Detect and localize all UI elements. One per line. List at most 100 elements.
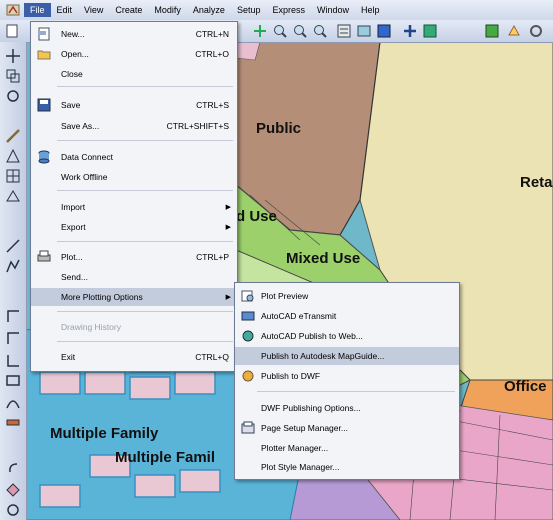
menu-item-more-plotting-options[interactable]: More Plotting Options ▶ — [31, 288, 237, 306]
menu-setup[interactable]: Setup — [231, 3, 267, 17]
draw-toolbar — [0, 42, 27, 520]
shape-icon[interactable] — [5, 188, 21, 204]
menu-item-close-label: Close — [61, 69, 83, 79]
arc-icon[interactable] — [5, 394, 21, 410]
menu-item-plotter-manager-label: Plotter Manager... — [261, 443, 329, 453]
pencil-icon[interactable] — [5, 128, 21, 144]
undo-icon[interactable] — [5, 460, 21, 476]
menu-item-plotter-manager[interactable]: Plotter Manager... — [235, 439, 459, 457]
menu-item-plot-shortcut: CTRL+P — [196, 252, 229, 262]
menu-edit[interactable]: Edit — [51, 3, 79, 17]
diamond-icon[interactable] — [5, 482, 21, 498]
publish-web-icon — [242, 330, 254, 342]
menu-item-new[interactable]: New... CTRL+N — [31, 25, 237, 43]
menu-item-save-as-shortcut: CTRL+SHIFT+S — [166, 121, 229, 131]
menu-item-save[interactable]: Save CTRL+S — [31, 96, 237, 114]
menu-express[interactable]: Express — [266, 3, 311, 17]
warning-icon[interactable] — [5, 148, 21, 164]
line-icon[interactable] — [5, 238, 21, 254]
menu-item-data-connect-label: Data Connect — [61, 152, 113, 162]
menu-item-close[interactable]: Close — [31, 65, 237, 83]
database-icon — [38, 150, 50, 164]
bracket-icon[interactable] — [5, 352, 21, 368]
new-file-icon — [38, 27, 50, 41]
copy-icon[interactable] — [5, 68, 21, 84]
layer-icon[interactable] — [484, 23, 500, 39]
menu-analyze[interactable]: Analyze — [187, 3, 231, 17]
submenu-arrow-icon: ▶ — [225, 204, 231, 211]
menu-item-work-offline-label: Work Offline — [61, 172, 108, 182]
menu-item-open-shortcut: CTRL+O — [195, 49, 229, 59]
submenu-arrow-icon: ▶ — [225, 224, 231, 231]
etransmit-icon — [241, 311, 255, 321]
tool-palettes-icon[interactable] — [376, 23, 392, 39]
layer-state-icon[interactable] — [506, 23, 522, 39]
hatch-icon[interactable] — [5, 414, 21, 430]
properties-icon[interactable] — [336, 23, 352, 39]
plot-preview-icon — [241, 290, 254, 302]
menu-item-work-offline[interactable]: Work Offline — [31, 168, 237, 186]
menu-create[interactable]: Create — [109, 3, 148, 17]
menu-separator — [57, 86, 233, 87]
menu-item-dwf-options[interactable]: DWF Publishing Options... — [235, 399, 459, 417]
zoom-previous-icon[interactable] — [312, 23, 328, 39]
menu-item-save-as[interactable]: Save As... CTRL+SHIFT+S — [31, 117, 237, 135]
map-label-retail: Reta — [520, 174, 553, 191]
plotting-options-submenu: Plot Preview AutoCAD eTransmit AutoCAD P… — [234, 282, 460, 480]
zoom-realtime-icon[interactable] — [272, 23, 288, 39]
menu-help[interactable]: Help — [355, 3, 386, 17]
submenu-arrow-icon: ▶ — [225, 294, 231, 301]
move-icon[interactable] — [5, 48, 21, 64]
rotate-icon[interactable] — [5, 88, 21, 104]
menu-separator — [57, 311, 233, 312]
menu-item-plot-style-manager[interactable]: Plot Style Manager... — [235, 459, 459, 475]
menu-item-export[interactable]: Export ▶ — [31, 218, 237, 236]
menu-item-import[interactable]: Import ▶ — [31, 198, 237, 216]
menu-item-data-connect[interactable]: Data Connect — [31, 148, 237, 166]
menu-item-plot-preview[interactable]: Plot Preview — [235, 287, 459, 305]
snap-icon[interactable] — [5, 502, 21, 518]
rectangle-icon[interactable] — [5, 372, 21, 388]
map-label-multiple-family-2: Multiple Famil — [115, 449, 216, 466]
menu-item-open[interactable]: Open... CTRL+O — [31, 45, 237, 63]
help-icon[interactable] — [402, 23, 418, 39]
plot-icon — [37, 250, 51, 262]
open-folder-icon — [37, 50, 51, 60]
menu-bar: File Edit View Create Modify Analyze Set… — [0, 0, 553, 21]
polyline-icon[interactable] — [5, 258, 21, 274]
menu-separator — [57, 341, 233, 342]
map-icon[interactable] — [422, 23, 438, 39]
grid-icon[interactable] — [5, 168, 21, 184]
menu-item-plot[interactable]: Plot... CTRL+P — [31, 248, 237, 266]
corner-icon[interactable] — [5, 308, 21, 324]
menu-item-plot-preview-label: Plot Preview — [261, 291, 309, 301]
menu-item-open-label: Open... — [61, 49, 89, 59]
refresh-icon[interactable] — [528, 23, 544, 39]
menu-item-publish-mapguide[interactable]: Publish to Autodesk MapGuide... — [235, 347, 459, 365]
design-center-icon[interactable] — [356, 23, 372, 39]
menu-window[interactable]: Window — [311, 3, 355, 17]
menu-item-drawing-history-label: Drawing History — [61, 322, 121, 332]
menu-item-exit-label: Exit — [61, 352, 76, 362]
menu-file[interactable]: File — [24, 3, 51, 17]
menu-view[interactable]: View — [78, 3, 109, 17]
zoom-window-icon[interactable] — [292, 23, 308, 39]
menu-item-exit[interactable]: Exit CTRL+Q — [31, 348, 237, 366]
menu-item-publish-dwf[interactable]: Publish to DWF — [235, 367, 459, 385]
menu-item-send[interactable]: Send... — [31, 268, 237, 286]
corner2-icon[interactable] — [5, 330, 21, 346]
menu-modify[interactable]: Modify — [148, 3, 187, 17]
menu-item-page-setup[interactable]: Page Setup Manager... — [235, 419, 459, 437]
menu-item-etransmit-label: AutoCAD eTransmit — [261, 311, 337, 321]
pan-icon[interactable] — [252, 23, 268, 39]
menu-separator — [57, 140, 233, 141]
menu-separator — [57, 190, 233, 191]
menu-item-publish-web[interactable]: AutoCAD Publish to Web... — [235, 327, 459, 345]
menu-item-more-plotting-options-label: More Plotting Options — [61, 292, 143, 302]
toolbar-new-icon[interactable] — [4, 23, 20, 39]
menu-item-dwf-options-label: DWF Publishing Options... — [261, 403, 361, 413]
menu-separator — [257, 391, 455, 392]
menu-item-import-label: Import — [61, 202, 86, 212]
menu-item-save-label: Save — [61, 100, 81, 110]
menu-item-etransmit[interactable]: AutoCAD eTransmit — [235, 307, 459, 325]
